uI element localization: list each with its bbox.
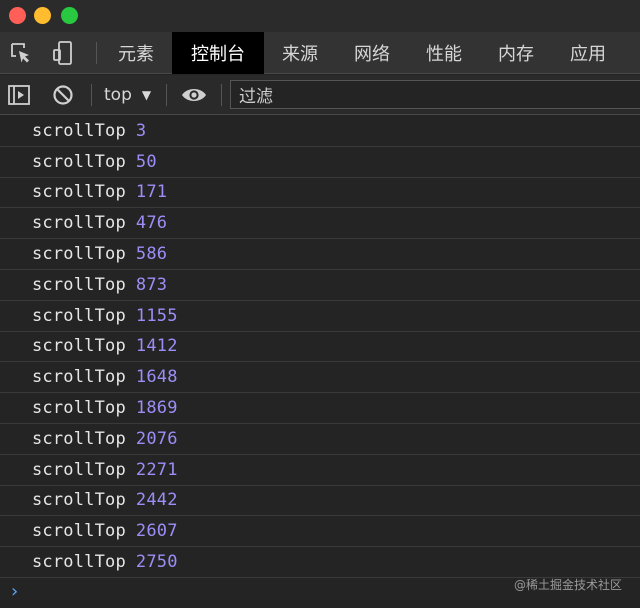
console-message-value: 586 [135,244,168,265]
inspect-element-icon[interactable] [4,32,38,74]
console-message-label: scrollTop [32,274,126,295]
console-message-label: scrollTop [32,428,126,449]
console-message-value: 2076 [135,428,178,449]
console-message-row: scrollTop 586 [0,239,640,270]
console-message-value: 2750 [135,552,178,573]
console-message-value: 2271 [135,459,178,480]
console-message-row: scrollTop 2271 [0,455,640,486]
filter-input[interactable]: 过滤 [230,80,640,109]
console-message-value: 476 [135,213,168,234]
console-message-value: 50 [135,151,157,172]
console-message-label: scrollTop [32,244,126,265]
console-message-value: 1412 [135,336,178,357]
filter-placeholder: 过滤 [239,87,273,107]
close-window-button[interactable] [9,7,26,24]
console-message-label: scrollTop [32,336,126,357]
tab-console[interactable]: 控制台 [172,32,264,74]
console-message-row: scrollTop 50 [0,147,640,178]
devtools-tabbar: 元素 控制台 来源 网络 性能 内存 应用 [0,32,640,74]
console-message-row: scrollTop 873 [0,270,640,301]
console-message-label: scrollTop [32,521,126,542]
toolbar-separator-2 [166,84,167,106]
tab-application[interactable]: 应用 [552,32,624,74]
device-toolbar-icon[interactable] [46,32,80,74]
context-selector[interactable]: top ▼ [104,75,151,115]
console-message-value: 2442 [135,490,178,511]
window-titlebar [0,0,640,32]
console-message-row: scrollTop 2607 [0,516,640,548]
console-message-value: 1155 [135,305,178,326]
console-message-value: 2607 [135,521,178,542]
maximize-window-button[interactable] [61,7,78,24]
tab-elements[interactable]: 元素 [100,32,172,74]
console-message-label: scrollTop [32,490,126,511]
console-message-row: scrollTop 171 [0,178,640,209]
caret-down-icon: ▼ [141,88,152,102]
console-message-row: scrollTop 2750 [0,547,640,578]
console-message-label: scrollTop [32,213,126,234]
clear-console-icon[interactable] [48,75,78,115]
console-message-label: scrollTop [32,459,126,480]
console-message-value: 873 [135,274,168,295]
console-message-row: scrollTop 2442 [0,486,640,517]
tab-performance[interactable]: 性能 [408,32,480,74]
console-message-value: 1648 [135,367,178,388]
console-message-row: scrollTop 3 [0,116,640,147]
console-message-label: scrollTop [32,151,126,172]
console-message-label: scrollTop [32,182,126,203]
console-message-value: 3 [135,120,147,141]
console-message-value: 171 [135,182,168,203]
console-message-row: scrollTop 1412 [0,332,640,363]
toolbar-separator-1 [91,84,92,106]
console-message-row: scrollTop 1155 [0,301,640,332]
console-message-row: scrollTop 2076 [0,424,640,455]
tabbar-separator [96,42,97,64]
watermark: @稀土掘金技术社区 [513,578,622,592]
console-message-label: scrollTop [32,120,126,141]
toolbar-separator-3 [221,84,222,106]
minimize-window-button[interactable] [34,7,51,24]
tab-network[interactable]: 网络 [336,32,408,74]
prompt-chevron-icon: › [9,581,20,602]
tab-sources[interactable]: 来源 [264,32,336,74]
console-toolbar: top ▼ 过滤 [0,75,640,115]
console-message-label: scrollTop [32,305,126,326]
console-message-row: scrollTop 476 [0,208,640,240]
sidebar-toggle-icon[interactable] [4,75,34,115]
console-message-value: 1869 [135,398,178,419]
console-message-row: scrollTop 1648 [0,362,640,394]
console-message-row: scrollTop 1869 [0,393,640,424]
eye-icon[interactable] [178,75,210,115]
tab-memory[interactable]: 内存 [480,32,552,74]
context-selector-label: top [104,85,132,105]
console-message-label: scrollTop [32,398,126,419]
console-message-label: scrollTop [32,367,126,388]
console-message-label: scrollTop [32,552,126,573]
console-output: scrollTop 3 scrollTop 50 scrollTop 171 scrollT… [0,116,640,578]
